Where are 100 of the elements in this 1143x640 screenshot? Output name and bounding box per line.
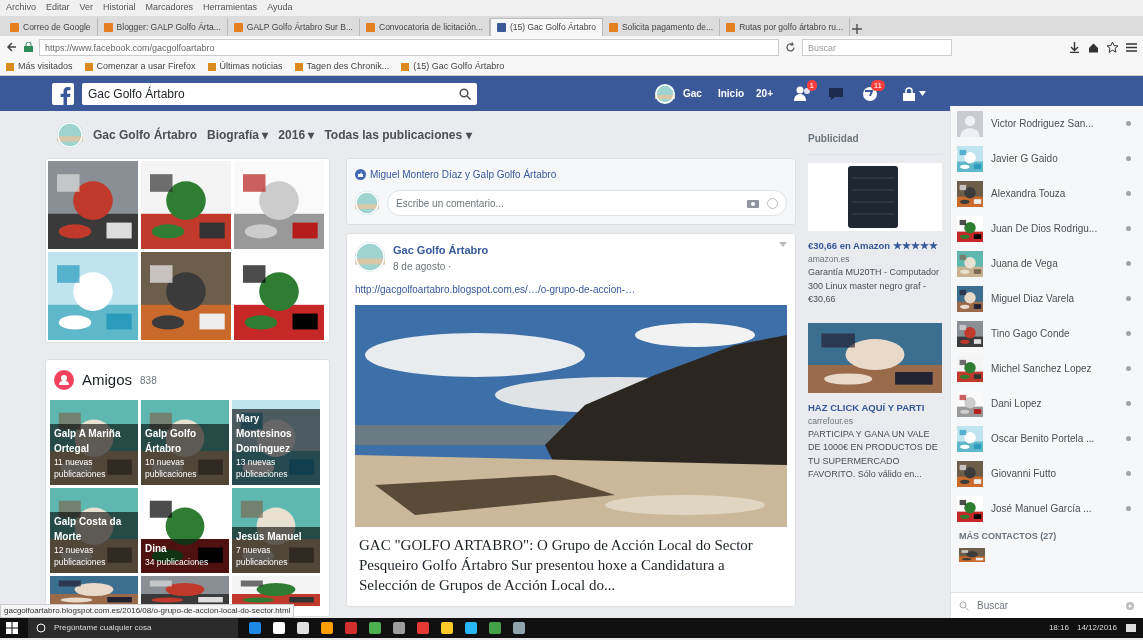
app-icon[interactable] xyxy=(440,621,454,635)
profile-link[interactable]: Gac xyxy=(683,86,702,101)
people-icon xyxy=(54,370,74,390)
filter-dropdown[interactable]: 2016 ▾ xyxy=(278,125,315,144)
comment-field[interactable]: Escribe un comentario... xyxy=(387,190,787,216)
facebook-logo-icon[interactable] xyxy=(52,82,74,105)
search-field[interactable]: Buscar xyxy=(951,592,1143,618)
contact-item[interactable]: Michel Sanchez Lopez xyxy=(951,351,1143,386)
author-link[interactable]: Gac Golfo Ártabro xyxy=(393,242,489,259)
contact-item[interactable]: Oscar Benito Portela ... xyxy=(951,421,1143,456)
status-dot-icon xyxy=(1126,506,1131,511)
friend-tile[interactable]: Dina 34 publicaciones xyxy=(141,488,229,573)
bookmark-icon xyxy=(84,62,93,71)
add-tab-icon[interactable] xyxy=(850,22,865,36)
app-icon[interactable] xyxy=(512,621,526,635)
avatar xyxy=(355,242,385,272)
reactions-text[interactable]: Miguel Montero Díaz y Galp Golfo Ártabro xyxy=(370,167,557,182)
ad-text: Garantía MU20TH - Computador 300 Linux master negro graf - €30,66 xyxy=(808,266,941,306)
friend-name: Jesús Manuel xyxy=(236,529,303,544)
app-icon[interactable] xyxy=(464,621,478,635)
ad-headline[interactable]: €30,66 en Amazon ★★★★★ xyxy=(808,239,942,254)
friend-name: Galp A Mariña Ortegal xyxy=(54,426,122,456)
address-field[interactable]: https://www.facebook.com/gacgolfoartabro xyxy=(39,38,779,56)
notification-icon[interactable] xyxy=(1125,622,1137,634)
contact-item[interactable]: Juana de Vega xyxy=(951,246,1143,281)
search-field[interactable]: Pregúntame cualquier cosa xyxy=(28,618,238,638)
ad-text: PARTICIPA Y GANA UN VALE DE 1000€ EN PRODUCTOS DE TU SUPERMERCADO FAVORITO. Sólo válido en... xyxy=(808,427,939,481)
app-icon[interactable] xyxy=(320,621,334,635)
friend-name: Mary Montesinos Domínguez xyxy=(236,411,293,456)
menu-item[interactable]: Ver xyxy=(79,1,94,15)
download-icon[interactable] xyxy=(1069,41,1080,53)
page-icon xyxy=(233,22,243,32)
link-title[interactable]: GAC "GOLFO ARTABRO": O Grupo de Acción Local do Sector Pesqueiro Golfo Ártabro Sur presentou hoxe a Candidatura a Selección de Grupos de Acción Local do... xyxy=(355,534,787,595)
menu-icon[interactable] xyxy=(1126,41,1137,53)
contact-item[interactable]: Victor Rodriguez San... xyxy=(951,106,1143,141)
status-dot-icon xyxy=(1126,121,1131,126)
bookmark-icon xyxy=(401,62,410,71)
bookmark-link[interactable]: Últimas noticias xyxy=(219,59,283,74)
post-count: 13 nuevas publicaciones xyxy=(236,455,289,481)
status-dot-icon xyxy=(1126,226,1131,231)
ad-domain: amazon.es xyxy=(808,253,851,266)
home-icon[interactable] xyxy=(1088,41,1099,53)
filter-dropdown[interactable]: Biografía ▾ xyxy=(207,125,269,144)
app-icon[interactable] xyxy=(296,621,310,635)
lock-icon[interactable] xyxy=(903,86,915,101)
clock-date: 14/12/2016 xyxy=(1076,622,1117,634)
windows-logo-icon[interactable] xyxy=(6,622,18,634)
search-icon[interactable] xyxy=(459,87,471,100)
avatar xyxy=(57,121,83,148)
page-icon xyxy=(496,23,506,32)
camera-icon[interactable] xyxy=(747,198,759,208)
page-icon xyxy=(726,22,736,32)
status-dot-icon xyxy=(1126,261,1131,266)
contact-item[interactable]: Tino Gago Conde xyxy=(951,316,1143,351)
contact-item[interactable]: Dani Lopez xyxy=(951,386,1143,421)
contact-item[interactable]: Alexandra Touza xyxy=(951,176,1143,211)
bookmark-link[interactable]: Tagen des Chronik... xyxy=(306,59,390,74)
friend-name: Dina xyxy=(145,542,168,557)
caret-icon[interactable] xyxy=(919,91,926,96)
filter-dropdown[interactable]: Todas las publicaciones ▾ xyxy=(324,125,472,144)
friends-icon[interactable] xyxy=(793,84,811,103)
star-icon[interactable] xyxy=(1107,41,1118,53)
contact-item[interactable]: Miguel Diaz Varela xyxy=(951,281,1143,316)
page-icon xyxy=(10,22,19,32)
menu-item[interactable]: Herramientas xyxy=(203,1,258,15)
back-icon[interactable] xyxy=(6,41,18,53)
ad-headline[interactable]: HAZ CLICK AQUÍ Y PARTI xyxy=(808,400,942,415)
app-icon[interactable] xyxy=(272,621,286,635)
app-icon[interactable] xyxy=(488,621,502,635)
menu-item[interactable]: Archivo xyxy=(6,1,36,15)
menu-item[interactable]: Marcadores xyxy=(145,1,194,15)
contact-item[interactable]: Giovanni Futto xyxy=(951,456,1143,491)
app-icon[interactable] xyxy=(368,621,382,635)
post-count: 34 publicaciones xyxy=(145,556,210,569)
post-link[interactable]: http://gacgolfoartabro.blogspot.com.es/…/o-grupo-de-accion-… xyxy=(355,281,787,297)
menu-item[interactable]: Historial xyxy=(103,1,136,15)
browser-tab[interactable]: (15) Gac Golfo Ártabro xyxy=(489,18,603,36)
bookmark-link[interactable]: Comenzar a usar Firefox xyxy=(96,59,196,74)
home-link[interactable]: Inicio xyxy=(717,86,745,101)
page-name-link[interactable]: Gac Golfo Ártabro xyxy=(93,125,197,144)
search-field[interactable]: Gac Golfo Ártabro xyxy=(82,82,477,105)
count-label: 20+ xyxy=(755,87,774,101)
section-title: MÁS CONTACTOS (27) xyxy=(958,530,1058,543)
menu-item[interactable]: Ayuda xyxy=(267,1,293,15)
app-icon[interactable] xyxy=(392,621,406,635)
contact-item[interactable]: Javier G Gaido xyxy=(951,141,1143,176)
post-count: 10 nuevas publicaciones xyxy=(145,455,198,481)
status-dot-icon xyxy=(1126,296,1131,301)
bookmark-link[interactable]: (15) Gac Golfo Ártabro xyxy=(413,59,505,74)
status-dot-icon xyxy=(1126,401,1131,406)
menu-item[interactable]: Editar xyxy=(46,1,70,15)
contact-item[interactable]: José Manuel García ... xyxy=(951,491,1143,526)
clock-time: 18:16 xyxy=(1048,622,1069,634)
post-date[interactable]: 8 de agosto · xyxy=(393,258,489,274)
bookmark-link[interactable]: Más visitados xyxy=(18,59,73,74)
post-count: 11 nuevas publicaciones xyxy=(54,455,107,481)
section-title[interactable]: Amigos xyxy=(82,368,133,392)
contact-item[interactable]: Juan De Dios Rodrigu... xyxy=(951,211,1143,246)
reload-icon[interactable] xyxy=(785,41,796,53)
page-icon xyxy=(103,22,113,32)
